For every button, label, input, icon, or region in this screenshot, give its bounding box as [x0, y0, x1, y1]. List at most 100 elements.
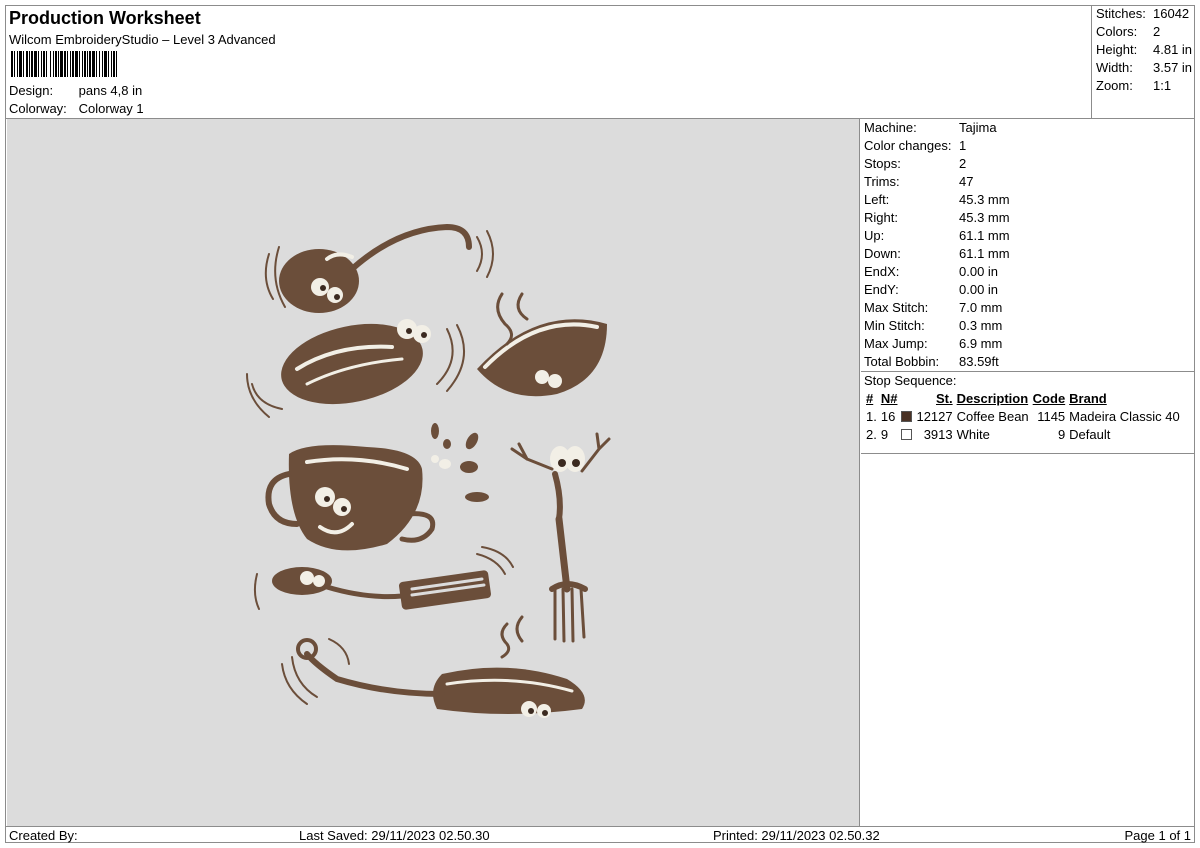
thread-code: 1145 — [1037, 408, 1066, 424]
thread-code: 9 — [1057, 426, 1066, 442]
info-row: Machine: Tajima — [861, 119, 1195, 137]
summary-value: 16042 — [1153, 6, 1190, 21]
color-swatch — [901, 428, 913, 440]
machine-info-panel: Machine: Tajima Color changes: 1 Stops: 2 T… — [861, 119, 1195, 371]
design-row: Design: pans 4,8 in — [9, 83, 142, 98]
summary-label: Zoom: — [1096, 78, 1133, 93]
stop-sequence-panel: Stop Sequence: # N# St. Description Code… — [861, 372, 1195, 443]
stitch-count: 3913 — [923, 426, 953, 442]
column-header: N# — [880, 391, 898, 406]
info-row: Min Stitch: 0.3 mm — [861, 317, 1195, 335]
info-value: 0.3 mm — [959, 318, 1003, 333]
info-value: 45.3 mm — [959, 210, 1010, 225]
colorway-label: Colorway: — [9, 101, 67, 116]
info-row: Left: 45.3 mm — [861, 191, 1195, 209]
summary-panel: Stitches: 16042 Colors: 2 Height: 4.81 in W… — [1091, 6, 1196, 118]
info-value: 0.00 in — [959, 264, 999, 279]
summary-value: 3.57 in — [1153, 60, 1193, 75]
info-label: Trims: — [864, 174, 900, 189]
stop-sequence-table: # N# St. Description Code Brand 1. 16 12… — [864, 390, 1182, 443]
info-value: 1 — [959, 138, 967, 153]
info-value: 83.59ft — [959, 354, 999, 369]
embroidery-design — [246, 224, 611, 718]
info-row: Stops: 2 — [861, 155, 1195, 173]
spatula-figure — [253, 546, 514, 610]
needle-number: 16 — [880, 408, 896, 424]
info-value: 7.0 mm — [959, 300, 1003, 315]
info-row: Trims: 47 — [861, 173, 1195, 191]
info-value: 6.9 mm — [959, 336, 1003, 351]
info-label: Right: — [864, 210, 898, 225]
info-label: EndX: — [864, 264, 900, 279]
info-label: Min Stitch: — [864, 318, 925, 333]
info-row: EndY: 0.00 in — [861, 281, 1195, 299]
page-number: Page 1 of 1 — [1124, 828, 1192, 843]
created-by: Created By: — [9, 828, 78, 843]
summary-value: 2 — [1153, 24, 1161, 39]
bowl-figure — [477, 292, 607, 397]
summary-row: Stitches: 16042 — [1096, 6, 1196, 21]
column-header: Brand — [1069, 391, 1107, 406]
info-value: 0.00 in — [959, 282, 999, 297]
info-value: Tajima — [959, 120, 997, 135]
frying-pan-figure — [246, 319, 465, 418]
table-header-row: # N# St. Description Code Brand — [864, 390, 1182, 407]
info-label: Total Bobbin: — [864, 354, 940, 369]
summary-row: Zoom: 1:1 — [1096, 78, 1196, 93]
table-row: 1. 16 12127 Coffee Bean 1145 Madeira Cla… — [864, 407, 1182, 425]
summary-row: Colors: 2 — [1096, 24, 1196, 39]
thread-brand: Madeira Classic 40 — [1069, 408, 1180, 424]
worksheet-footer: Created By: Last Saved: 29/11/2023 02.50… — [6, 826, 1194, 843]
column-header: St. — [936, 391, 953, 406]
worksheet-header: Production Worksheet Wilcom EmbroiderySt… — [6, 6, 1091, 118]
info-label: Max Jump: — [864, 336, 928, 351]
summary-value: 4.81 in — [1153, 42, 1193, 57]
thread-brand: Default — [1069, 426, 1111, 442]
colorway-row: Colorway: Colorway 1 — [9, 101, 144, 116]
info-label: Up: — [864, 228, 885, 243]
info-value: 45.3 mm — [959, 192, 1010, 207]
info-label: Down: — [864, 246, 901, 261]
fork-figure — [510, 432, 611, 643]
info-value: 61.1 mm — [959, 246, 1010, 261]
thread-description: White — [956, 426, 990, 442]
barcode — [11, 51, 117, 77]
info-row: Color changes: 1 — [861, 137, 1195, 155]
summary-label: Stitches: — [1096, 6, 1146, 21]
info-row: Total Bobbin: 83.59ft — [861, 353, 1195, 371]
info-row: Max Jump: 6.9 mm — [861, 335, 1195, 353]
stitch-count: 12127 — [916, 408, 953, 424]
summary-label: Height: — [1096, 42, 1138, 57]
info-value: 61.1 mm — [959, 228, 1010, 243]
color-swatch — [901, 410, 913, 422]
column-header: # — [866, 391, 874, 406]
info-row: Up: 61.1 mm — [861, 227, 1195, 245]
summary-label: Colors: — [1096, 24, 1138, 39]
needle-number: 9 — [880, 426, 889, 442]
design-preview — [7, 119, 860, 826]
color-swatch-cell — [899, 425, 914, 443]
info-value: 47 — [959, 174, 974, 189]
info-label: EndY: — [864, 282, 899, 297]
summary-row: Height: 4.81 in — [1096, 42, 1196, 57]
colorway-value: Colorway 1 — [78, 101, 144, 116]
info-row: EndX: 0.00 in — [861, 263, 1195, 281]
info-row: Max Stitch: 7.0 mm — [861, 299, 1195, 317]
info-label: Stops: — [864, 156, 901, 171]
last-saved: Last Saved: 29/11/2023 02.50.30 — [299, 828, 490, 843]
stops-divider — [861, 453, 1195, 454]
cup-figure — [265, 423, 489, 551]
column-header: Description — [956, 391, 1029, 406]
worksheet-title: Production Worksheet — [9, 8, 201, 28]
ladle-figure — [264, 224, 494, 313]
design-value: pans 4,8 in — [78, 83, 143, 98]
printed-date: Printed: 29/11/2023 02.50.32 — [713, 828, 880, 843]
software-name: Wilcom EmbroideryStudio – Level 3 Advanc… — [9, 32, 276, 47]
thread-description: Coffee Bean — [956, 408, 1029, 424]
info-value: 2 — [959, 156, 967, 171]
info-label: Color changes: — [864, 138, 952, 153]
color-swatch-cell — [899, 407, 914, 425]
stop-sequence-label: Stop Sequence: — [864, 373, 957, 388]
summary-row: Width: 3.57 in — [1096, 60, 1196, 75]
production-worksheet: Production Worksheet Wilcom EmbroiderySt… — [5, 5, 1195, 843]
